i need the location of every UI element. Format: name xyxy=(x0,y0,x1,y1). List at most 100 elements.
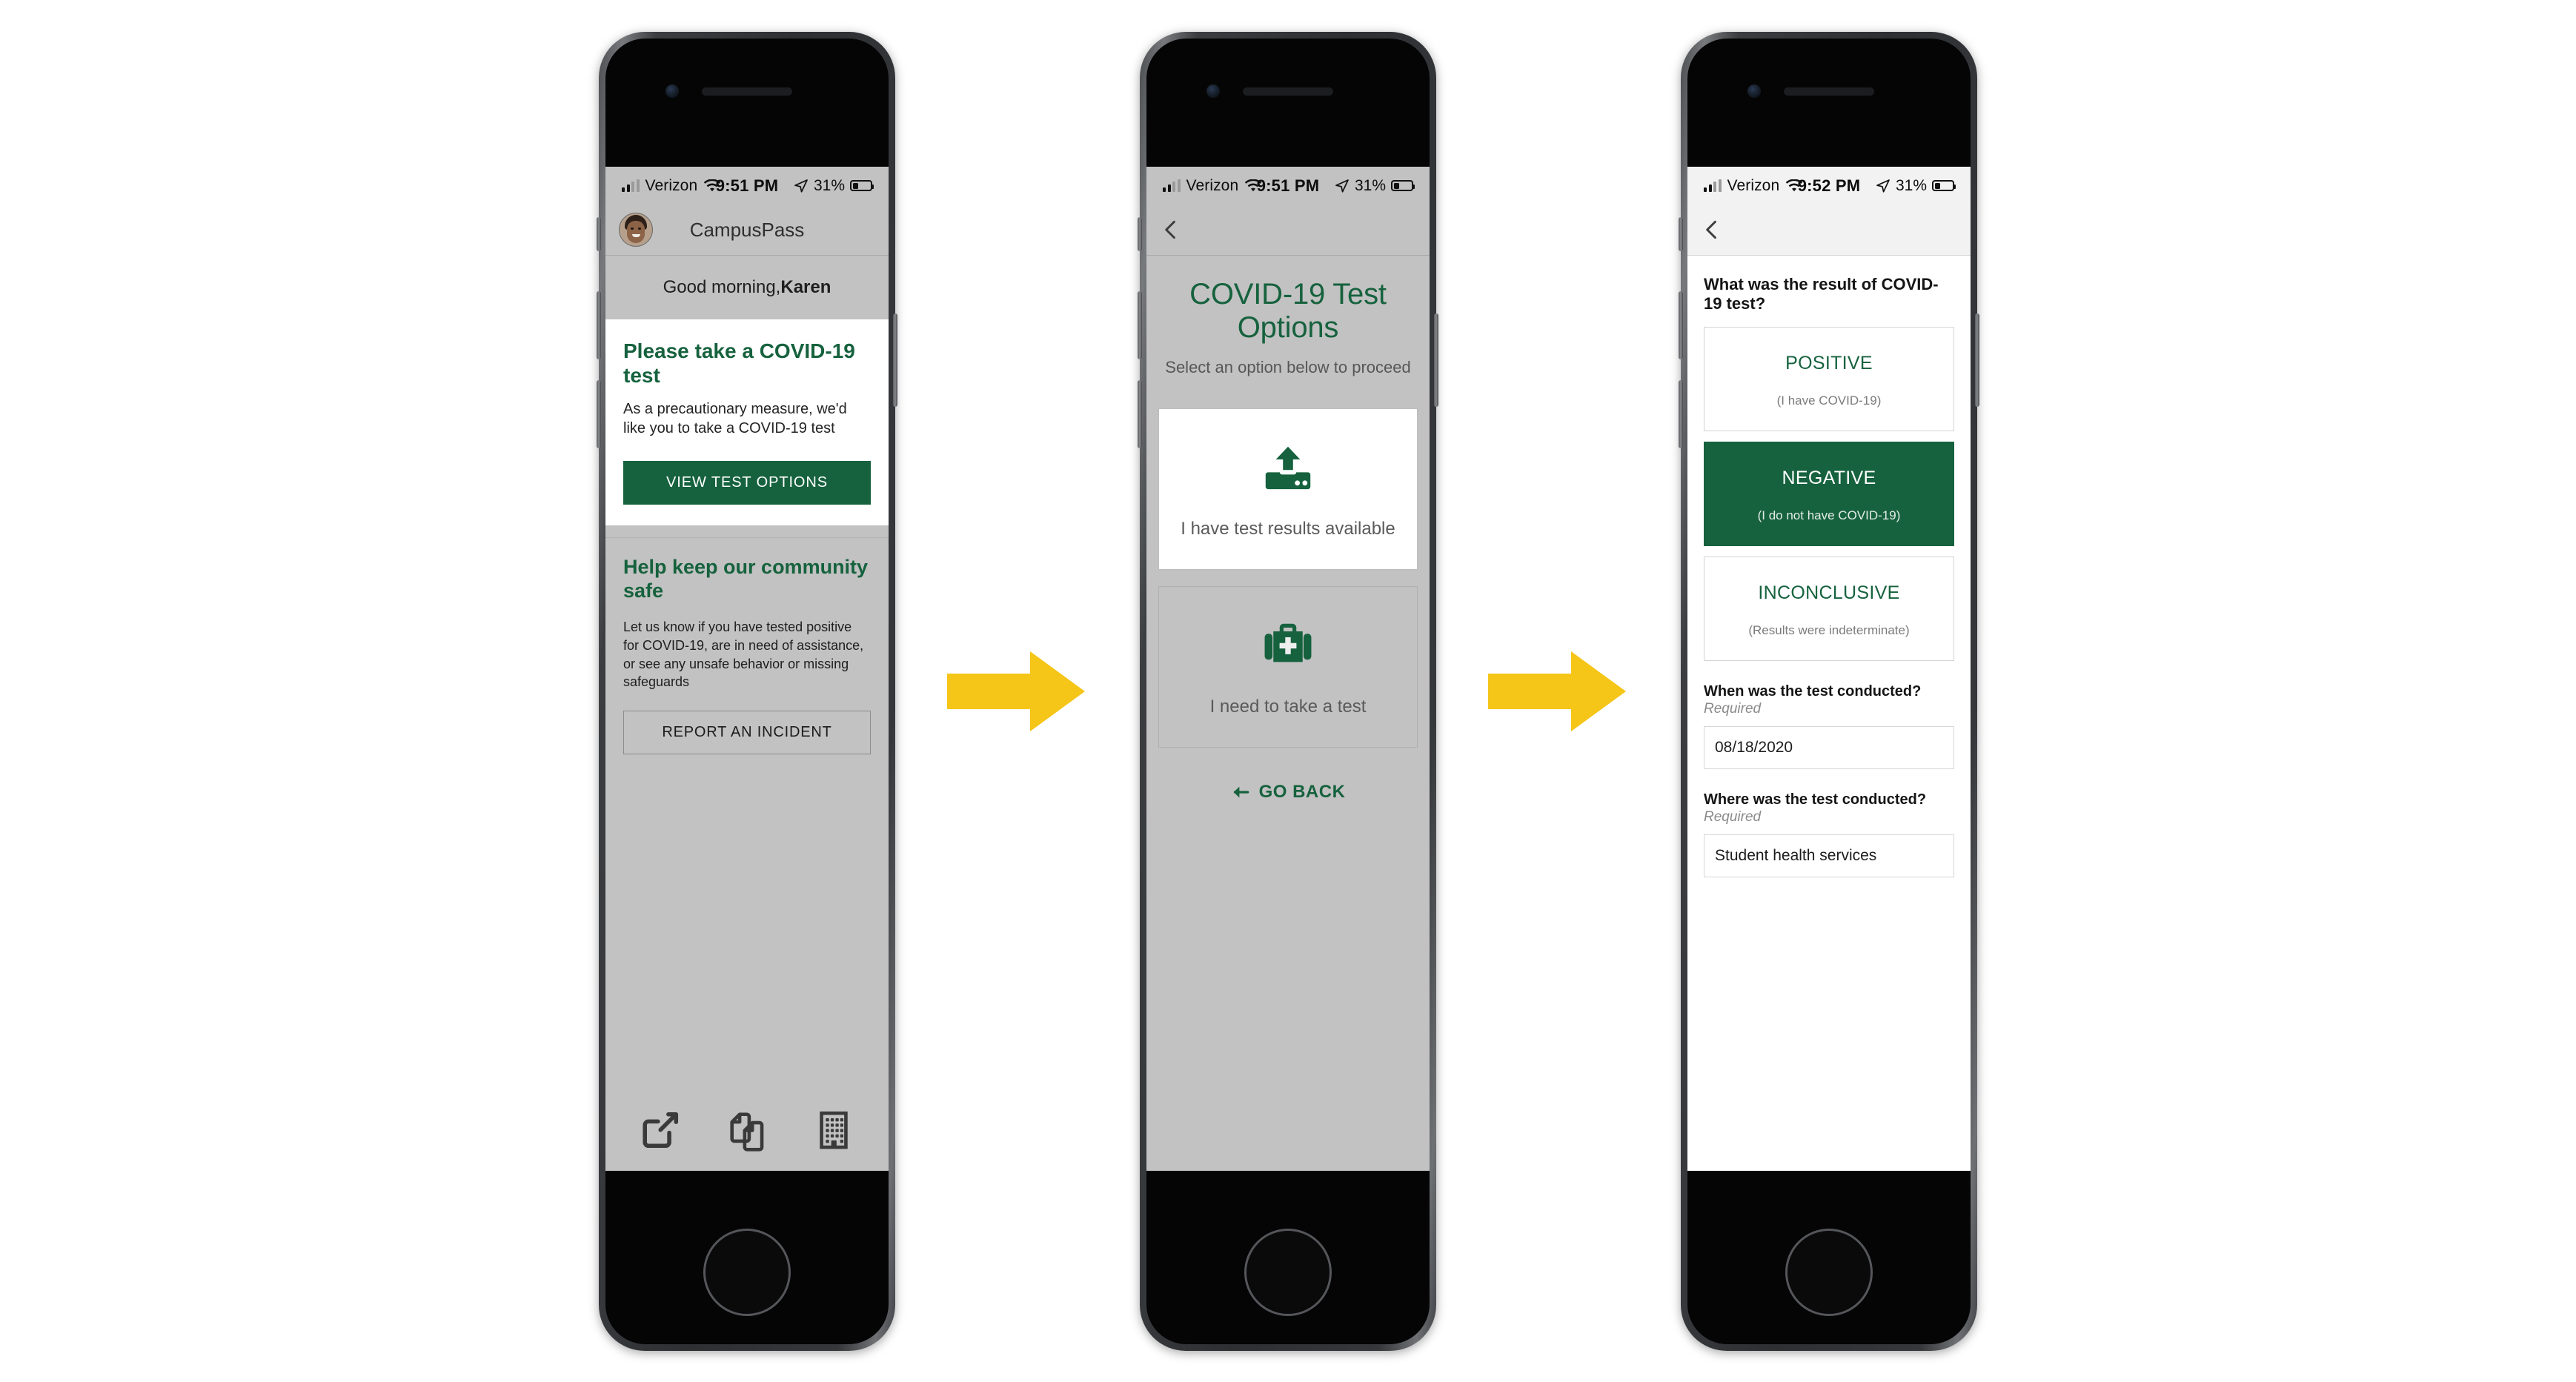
first-aid-kit-icon xyxy=(1264,623,1312,662)
result-option-label: NEGATIVE xyxy=(1782,467,1876,488)
battery-icon xyxy=(1932,180,1956,191)
location-arrow-icon xyxy=(1335,179,1349,193)
status-bar: Verizon 9:52 PM 31% xyxy=(1687,166,1971,205)
phone-flow-diagram: Verizon 9:51 PM 31% CampusPass Good morn… xyxy=(0,0,2576,1382)
test-date-label: When was the test conducted? Required xyxy=(1704,683,1954,717)
volume-up-button[interactable] xyxy=(1679,290,1683,359)
test-location-required-tag: Required xyxy=(1704,808,1762,825)
app-nav-bar xyxy=(1146,205,1430,256)
arrow-left-icon xyxy=(1233,786,1249,797)
earpiece-speaker xyxy=(1784,87,1874,96)
result-option-positive[interactable]: POSITIVE (I have COVID-19) xyxy=(1704,326,1954,431)
wifi-icon xyxy=(704,179,721,191)
page-subtitle: Select an option below to proceed xyxy=(1165,357,1411,376)
phone-1-screen: Verizon 9:51 PM 31% CampusPass Good morn… xyxy=(605,166,889,1171)
volume-up-button[interactable] xyxy=(597,290,601,359)
carrier-label: Verizon xyxy=(645,176,698,194)
silent-switch[interactable] xyxy=(1138,216,1142,251)
status-bar-left: Verizon xyxy=(1163,177,1262,195)
test-date-required-tag: Required xyxy=(1704,700,1762,717)
phone-2-content: COVID-19 Test Options Select an option b… xyxy=(1146,256,1430,1171)
volume-down-button[interactable] xyxy=(1679,379,1683,448)
greeting-prefix: Good morning, xyxy=(663,276,781,297)
status-bar: Verizon 9:51 PM 31% xyxy=(1146,167,1430,205)
battery-percent-label: 31% xyxy=(1895,176,1927,194)
front-camera-icon xyxy=(665,84,679,98)
battery-icon xyxy=(850,180,874,191)
earpiece-speaker xyxy=(1243,87,1333,96)
cellular-bars-icon xyxy=(1163,179,1181,192)
status-bar-right: 31% xyxy=(794,176,874,195)
silent-switch[interactable] xyxy=(597,216,601,251)
back-chevron-icon[interactable] xyxy=(1701,219,1723,241)
right-arrow-icon xyxy=(1488,651,1626,731)
volume-down-button[interactable] xyxy=(1138,379,1142,448)
app-nav-bar xyxy=(1687,205,1971,256)
avatar[interactable] xyxy=(619,213,653,247)
carrier-label: Verizon xyxy=(1727,176,1780,194)
community-safety-card: Help keep our community safe Let us know… xyxy=(605,537,889,774)
power-button[interactable] xyxy=(893,313,897,407)
test-location-label: Where was the test conducted? Required xyxy=(1704,791,1954,825)
wifi-icon xyxy=(1245,179,1262,191)
wifi-icon xyxy=(1786,179,1803,191)
status-bar: Verizon 9:51 PM 31% xyxy=(605,167,889,205)
location-arrow-icon xyxy=(1876,179,1890,193)
option-have-results[interactable]: I have test results available xyxy=(1158,408,1418,570)
alert-card-body: As a precautionary measure, we'd like yo… xyxy=(623,400,847,437)
status-bar-left: Verizon xyxy=(622,177,721,195)
power-button[interactable] xyxy=(1975,313,1979,407)
community-card-body: Let us know if you have tested positive … xyxy=(623,619,864,690)
option-label: I need to take a test xyxy=(1209,696,1367,717)
page-title: COVID-19 Test Options xyxy=(1189,277,1387,344)
phone-1-body: Verizon 9:51 PM 31% CampusPass Good morn… xyxy=(605,38,889,1344)
earpiece-speaker xyxy=(702,87,792,96)
test-date-label-text: When was the test conducted? xyxy=(1704,682,1922,700)
report-an-incident-button[interactable]: REPORT AN INCIDENT xyxy=(623,711,871,755)
test-date-input[interactable] xyxy=(1704,725,1954,769)
option-need-test[interactable]: I need to take a test xyxy=(1158,585,1418,748)
status-bar-right: 31% xyxy=(1876,176,1956,195)
alert-card-title: Please take a COVID-19 test xyxy=(623,339,855,387)
back-chevron-icon[interactable] xyxy=(1160,219,1182,241)
right-arrow-icon xyxy=(947,651,1085,731)
result-option-label: INCONCLUSIVE xyxy=(1758,582,1900,603)
battery-percent-label: 31% xyxy=(1354,176,1386,194)
phone-2: Verizon 9:51 PM 31% COVID-19 Test Option… xyxy=(1138,31,1438,1351)
covid-test-alert-card: Please take a COVID-19 test As a precaut… xyxy=(605,319,889,526)
cellular-bars-icon xyxy=(1704,179,1722,192)
phone-3: Verizon 9:52 PM 31% What was the result … xyxy=(1679,31,1979,1351)
home-button[interactable] xyxy=(703,1228,791,1316)
test-location-input[interactable] xyxy=(1704,834,1954,877)
external-link-icon[interactable] xyxy=(639,1109,682,1152)
greeting-name: Karen xyxy=(780,276,831,297)
power-button[interactable] xyxy=(1434,313,1438,407)
test-location-label-text: Where was the test conducted? xyxy=(1704,791,1927,808)
silent-switch[interactable] xyxy=(1679,216,1683,251)
carrier-label: Verizon xyxy=(1186,176,1239,194)
view-test-options-button[interactable]: VIEW TEST OPTIONS xyxy=(623,461,871,505)
greeting-strip: Good morning, Karen xyxy=(605,256,889,319)
volume-up-button[interactable] xyxy=(1138,290,1142,359)
building-icon[interactable] xyxy=(812,1109,855,1152)
home-button[interactable] xyxy=(1785,1228,1873,1316)
battery-percent-label: 31% xyxy=(813,176,845,194)
volume-down-button[interactable] xyxy=(597,379,601,448)
cellular-bars-icon xyxy=(622,179,640,192)
phone-3-screen: Verizon 9:52 PM 31% What was the result … xyxy=(1687,166,1971,1171)
documents-copy-icon[interactable] xyxy=(726,1109,769,1152)
community-card-title: Help keep our community safe xyxy=(623,556,869,602)
phone-1: Verizon 9:51 PM 31% CampusPass Good morn… xyxy=(597,31,897,1351)
go-back-link[interactable]: GO BACK xyxy=(1146,782,1430,803)
result-option-label: POSITIVE xyxy=(1785,352,1873,373)
app-nav-bar: CampusPass xyxy=(605,205,889,256)
location-arrow-icon xyxy=(794,179,808,193)
phone-2-body: Verizon 9:51 PM 31% COVID-19 Test Option… xyxy=(1146,38,1430,1344)
result-option-negative[interactable]: NEGATIVE (I do not have COVID-19) xyxy=(1704,441,1954,546)
go-back-label: GO BACK xyxy=(1258,781,1346,802)
result-option-inconclusive[interactable]: INCONCLUSIVE (Results were indeterminate… xyxy=(1704,556,1954,661)
result-option-sublabel: (I have COVID-19) xyxy=(1776,393,1882,408)
phone-1-content: Please take a COVID-19 test As a precaut… xyxy=(605,319,889,1089)
front-camera-icon xyxy=(1747,84,1761,98)
home-button[interactable] xyxy=(1244,1228,1332,1316)
